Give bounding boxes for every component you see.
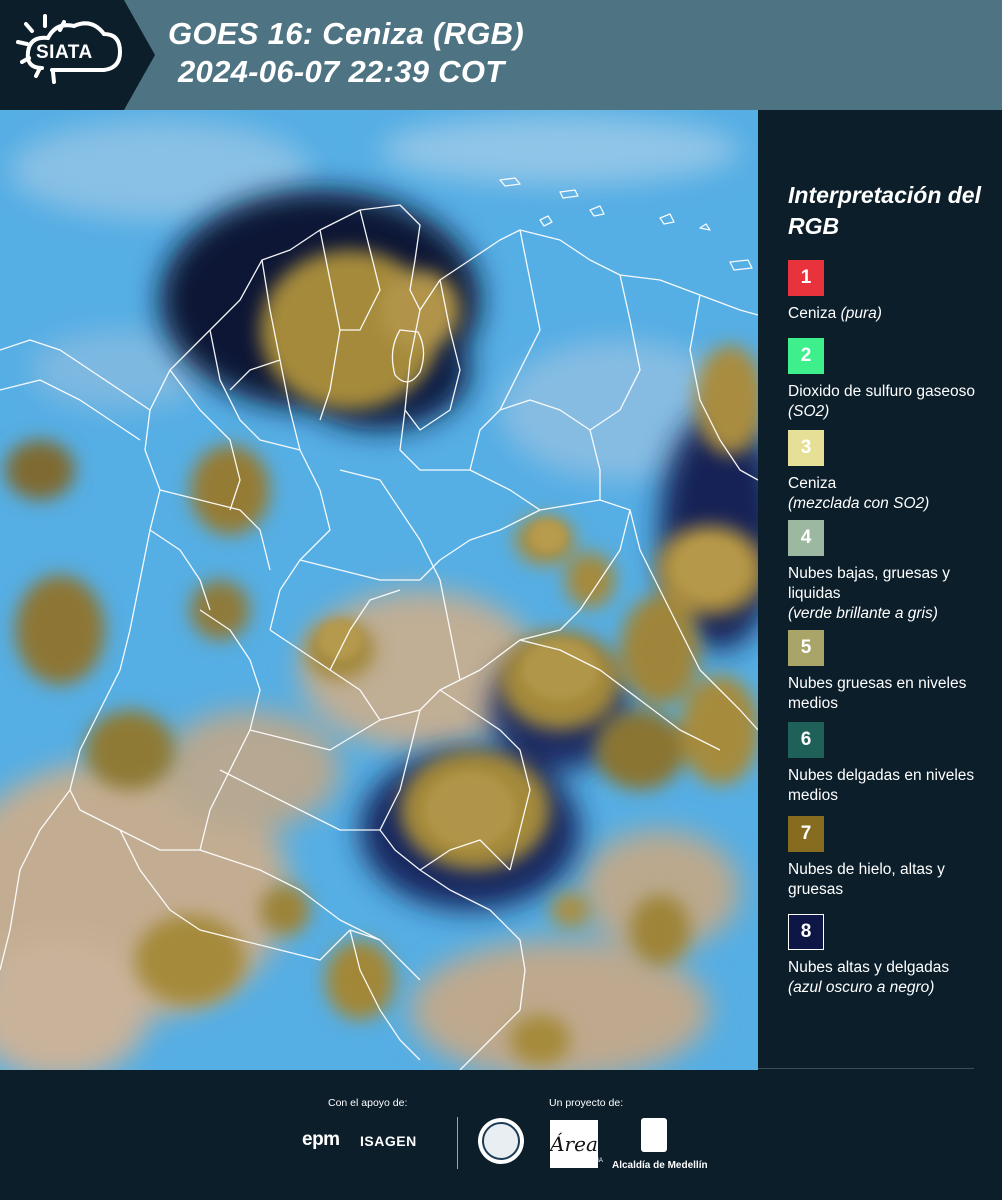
- swatch-3: 3: [788, 430, 824, 466]
- legend-note: (verde brillante a gris): [788, 605, 938, 622]
- legend-item-3: 3 Ceniza (mezclada con SO2): [788, 430, 994, 514]
- swatch-number: 4: [800, 527, 812, 548]
- legend-text: Nubes gruesas en niveles medios: [788, 675, 967, 712]
- legend-item-1: 1 Ceniza (pura): [788, 260, 994, 324]
- legend-label: Nubes altas y delgadas (azul oscuro a neg…: [788, 958, 994, 998]
- swatch-number: 5: [800, 637, 812, 658]
- satellite-image: [0, 110, 758, 1070]
- legend-text: Nubes altas y delgadas: [788, 959, 950, 976]
- legend-label: Nubes gruesas en niveles medios: [788, 674, 994, 714]
- isagen-logo: ISAGEN: [360, 1133, 417, 1149]
- legend-label: Nubes delgadas en niveles medios: [788, 766, 994, 806]
- swatch-8: 8: [788, 914, 824, 950]
- legend-text: Nubes delgadas en niveles medios: [788, 767, 975, 804]
- legend-note: (pura): [840, 305, 882, 322]
- legend-text: Nubes de hielo, altas y gruesas: [788, 861, 945, 898]
- legend-item-8: 8 Nubes altas y delgadas (azul oscuro a n…: [788, 914, 994, 998]
- swatch-7: 7: [788, 816, 824, 852]
- timestamp: 2024-06-07 22:39 COT: [178, 54, 505, 89]
- swatch-2: 2: [788, 338, 824, 374]
- legend-label: Ceniza (mezclada con SO2): [788, 474, 994, 514]
- support-label: Con el apoyo de:: [328, 1097, 408, 1109]
- siata-logo: SIATA: [0, 0, 155, 110]
- swatch-6: 6: [788, 722, 824, 758]
- legend-text: Ceniza: [788, 305, 837, 322]
- swatch-number: 1: [800, 267, 812, 288]
- swatch-number: 8: [800, 921, 812, 942]
- legend-title: Interpretación del RGB: [788, 182, 981, 239]
- legend-note: (SO2): [788, 403, 830, 420]
- legend-note: (azul oscuro a negro): [788, 979, 935, 996]
- alcaldia-shield-icon: [641, 1118, 667, 1152]
- swatch-number: 2: [800, 345, 812, 366]
- alcaldia-logo-text: Alcaldía de Medellín: [612, 1160, 708, 1171]
- legend-item-4: 4 Nubes bajas, gruesas y liquidas (verde …: [788, 520, 994, 624]
- legend-text: Nubes bajas, gruesas y liquidas: [788, 565, 950, 602]
- swatch-number: 3: [800, 437, 812, 458]
- header-bar: SIATA GOES 16: Ceniza (RGB) 2024-06-07 2…: [0, 0, 1002, 110]
- legend-label: Dioxido de sulfuro gaseoso (SO2): [788, 382, 994, 422]
- legend-item-6: 6 Nubes delgadas en niveles medios: [788, 722, 994, 806]
- legend-text: Dioxido de sulfuro gaseoso: [788, 383, 975, 400]
- swatch-4: 4: [788, 520, 824, 556]
- university-seal-icon: [478, 1118, 524, 1164]
- project-label: Un proyecto de:: [549, 1097, 624, 1109]
- legend-note: (mezclada con SO2): [788, 495, 930, 512]
- swatch-number: 7: [800, 823, 812, 844]
- footer-divider: [457, 1117, 458, 1169]
- satellite-map: [0, 110, 758, 1070]
- swatch-number: 6: [800, 729, 812, 750]
- legend-item-5: 5 Nubes gruesas en niveles medios: [788, 630, 994, 714]
- epm-logo: epm: [302, 1129, 340, 1150]
- legend-panel: Interpretación del RGB 1 Ceniza (pura) 2…: [760, 110, 1002, 1070]
- legend-label: Nubes bajas, gruesas y liquidas (verde br…: [788, 564, 994, 624]
- swatch-5: 5: [788, 630, 824, 666]
- swatch-1: 1: [788, 260, 824, 296]
- legend-label: Nubes de hielo, altas y gruesas: [788, 860, 994, 900]
- logo-text: SIATA: [36, 42, 93, 63]
- area-logo-text: Área: [550, 1132, 598, 1156]
- area-logo-subtext: METROPOLITANA: [552, 1158, 603, 1164]
- legend-label: Ceniza (pura): [788, 304, 994, 324]
- page-title: GOES 16: Ceniza (RGB): [168, 16, 524, 51]
- legend-item-2: 2 Dioxido de sulfuro gaseoso (SO2): [788, 338, 994, 422]
- legend-text: Ceniza: [788, 475, 837, 492]
- legend-divider: [758, 1068, 974, 1069]
- legend-item-7: 7 Nubes de hielo, altas y gruesas: [788, 816, 994, 900]
